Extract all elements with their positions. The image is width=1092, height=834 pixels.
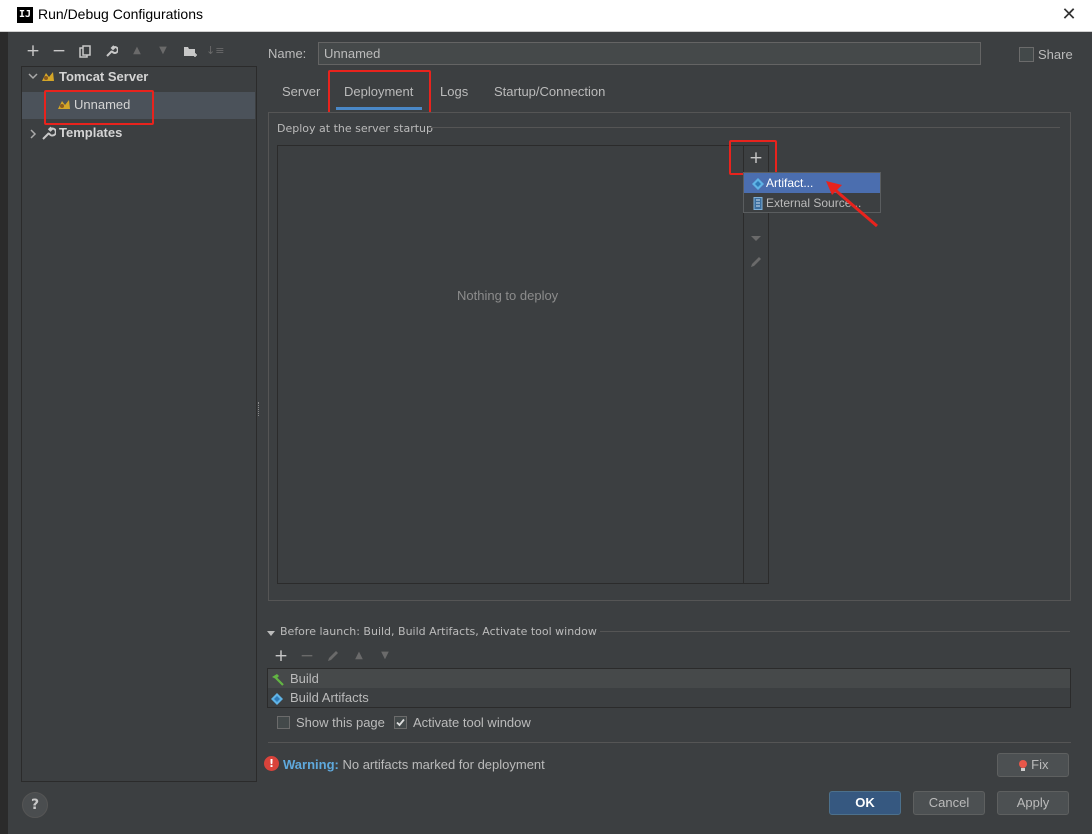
apply-button[interactable]: Apply <box>997 791 1069 815</box>
chevron-right-icon[interactable] <box>28 128 38 142</box>
wrench-icon[interactable] <box>102 42 120 60</box>
list-item[interactable]: Build <box>268 669 1070 688</box>
activate-tool-window-label: Activate tool window <box>413 715 531 730</box>
warning-message: Warning: No artifacts marked for deploym… <box>283 757 545 772</box>
new-folder-icon[interactable] <box>181 42 199 60</box>
highlight-box-add-button <box>729 140 777 175</box>
before-launch-divider <box>600 631 1070 632</box>
tab-server[interactable]: Server <box>282 84 320 108</box>
hammer-icon <box>268 669 290 688</box>
before-launch-title: Before launch: Build, Build Artifacts, A… <box>280 625 597 638</box>
cancel-button[interactable]: Cancel <box>913 791 985 815</box>
remove-configuration-icon[interactable]: − <box>50 42 68 60</box>
external-source-icon <box>744 193 766 213</box>
help-button[interactable]: ? <box>22 792 48 818</box>
chevron-down-icon[interactable] <box>28 70 38 84</box>
warning-label: Warning: <box>283 757 339 772</box>
activate-tool-window-checkbox[interactable] <box>394 716 407 729</box>
remove-task-icon[interactable]: − <box>298 647 316 665</box>
popup-item-artifact-label: Artifact... <box>766 176 814 190</box>
window-title: Run/Debug Configurations <box>38 6 203 22</box>
artifact-icon <box>744 173 766 193</box>
empty-deploy-text: Nothing to deploy <box>457 288 559 303</box>
tree-item-tomcat-server[interactable]: Tomcat Server <box>59 65 209 89</box>
check-icon <box>396 718 405 727</box>
add-task-icon[interactable]: + <box>272 647 290 665</box>
move-up-icon[interactable]: ▲ <box>128 42 146 60</box>
copy-configuration-icon[interactable] <box>76 42 94 60</box>
warning-text: No artifacts marked for deployment <box>342 757 545 772</box>
intellij-app-icon: IJ <box>17 7 33 23</box>
tab-logs[interactable]: Logs <box>440 84 468 108</box>
highlight-box-deployment-tab <box>328 70 431 114</box>
configuration-tree <box>21 66 257 782</box>
splitter-handle[interactable] <box>258 402 261 416</box>
collapse-triangle-icon[interactable] <box>267 627 275 641</box>
ok-button[interactable]: OK <box>829 791 901 815</box>
close-window-button[interactable]: ✕ <box>1058 3 1080 27</box>
list-item[interactable]: Build Artifacts <box>268 688 1070 707</box>
task-down-icon[interactable]: ▼ <box>376 647 394 665</box>
fix-label: Fix <box>1031 757 1049 772</box>
name-label: Name: <box>268 46 307 61</box>
move-down-icon[interactable]: ▼ <box>154 42 172 60</box>
name-input[interactable]: Unnamed <box>318 42 981 65</box>
lightbulb-icon <box>1018 757 1032 772</box>
task-build-artifacts-label: Build Artifacts <box>290 690 369 705</box>
fix-button[interactable]: Fix <box>997 753 1069 777</box>
tree-item-templates[interactable]: Templates <box>59 121 209 145</box>
deploy-group-label: Deploy at the server startup <box>277 122 434 135</box>
deploy-list[interactable] <box>277 145 744 584</box>
build-artifacts-icon <box>268 688 290 707</box>
share-checkbox[interactable] <box>1019 47 1034 62</box>
highlight-box-unnamed <box>44 90 154 125</box>
show-page-checkbox[interactable] <box>277 716 290 729</box>
share-label: Share <box>1038 47 1073 62</box>
tomcat-icon <box>40 69 56 88</box>
annotation-arrow <box>826 181 878 228</box>
wrench-templates-icon <box>41 126 57 144</box>
show-page-label: Show this page <box>296 715 385 730</box>
tab-startup-connection[interactable]: Startup/Connection <box>494 84 605 108</box>
group-divider <box>430 127 1060 128</box>
edit-task-icon[interactable] <box>326 649 340 666</box>
task-build-label: Build <box>290 671 319 686</box>
move-down-deploy-icon[interactable] <box>750 232 762 246</box>
section-divider <box>268 742 1071 743</box>
task-up-icon[interactable]: ▲ <box>350 647 368 665</box>
sort-icon[interactable]: ↓≡ <box>206 42 224 60</box>
add-configuration-icon[interactable]: + <box>24 42 42 60</box>
pencil-icon[interactable] <box>749 255 763 272</box>
error-icon: ! <box>264 756 279 771</box>
background-strip <box>0 32 8 834</box>
